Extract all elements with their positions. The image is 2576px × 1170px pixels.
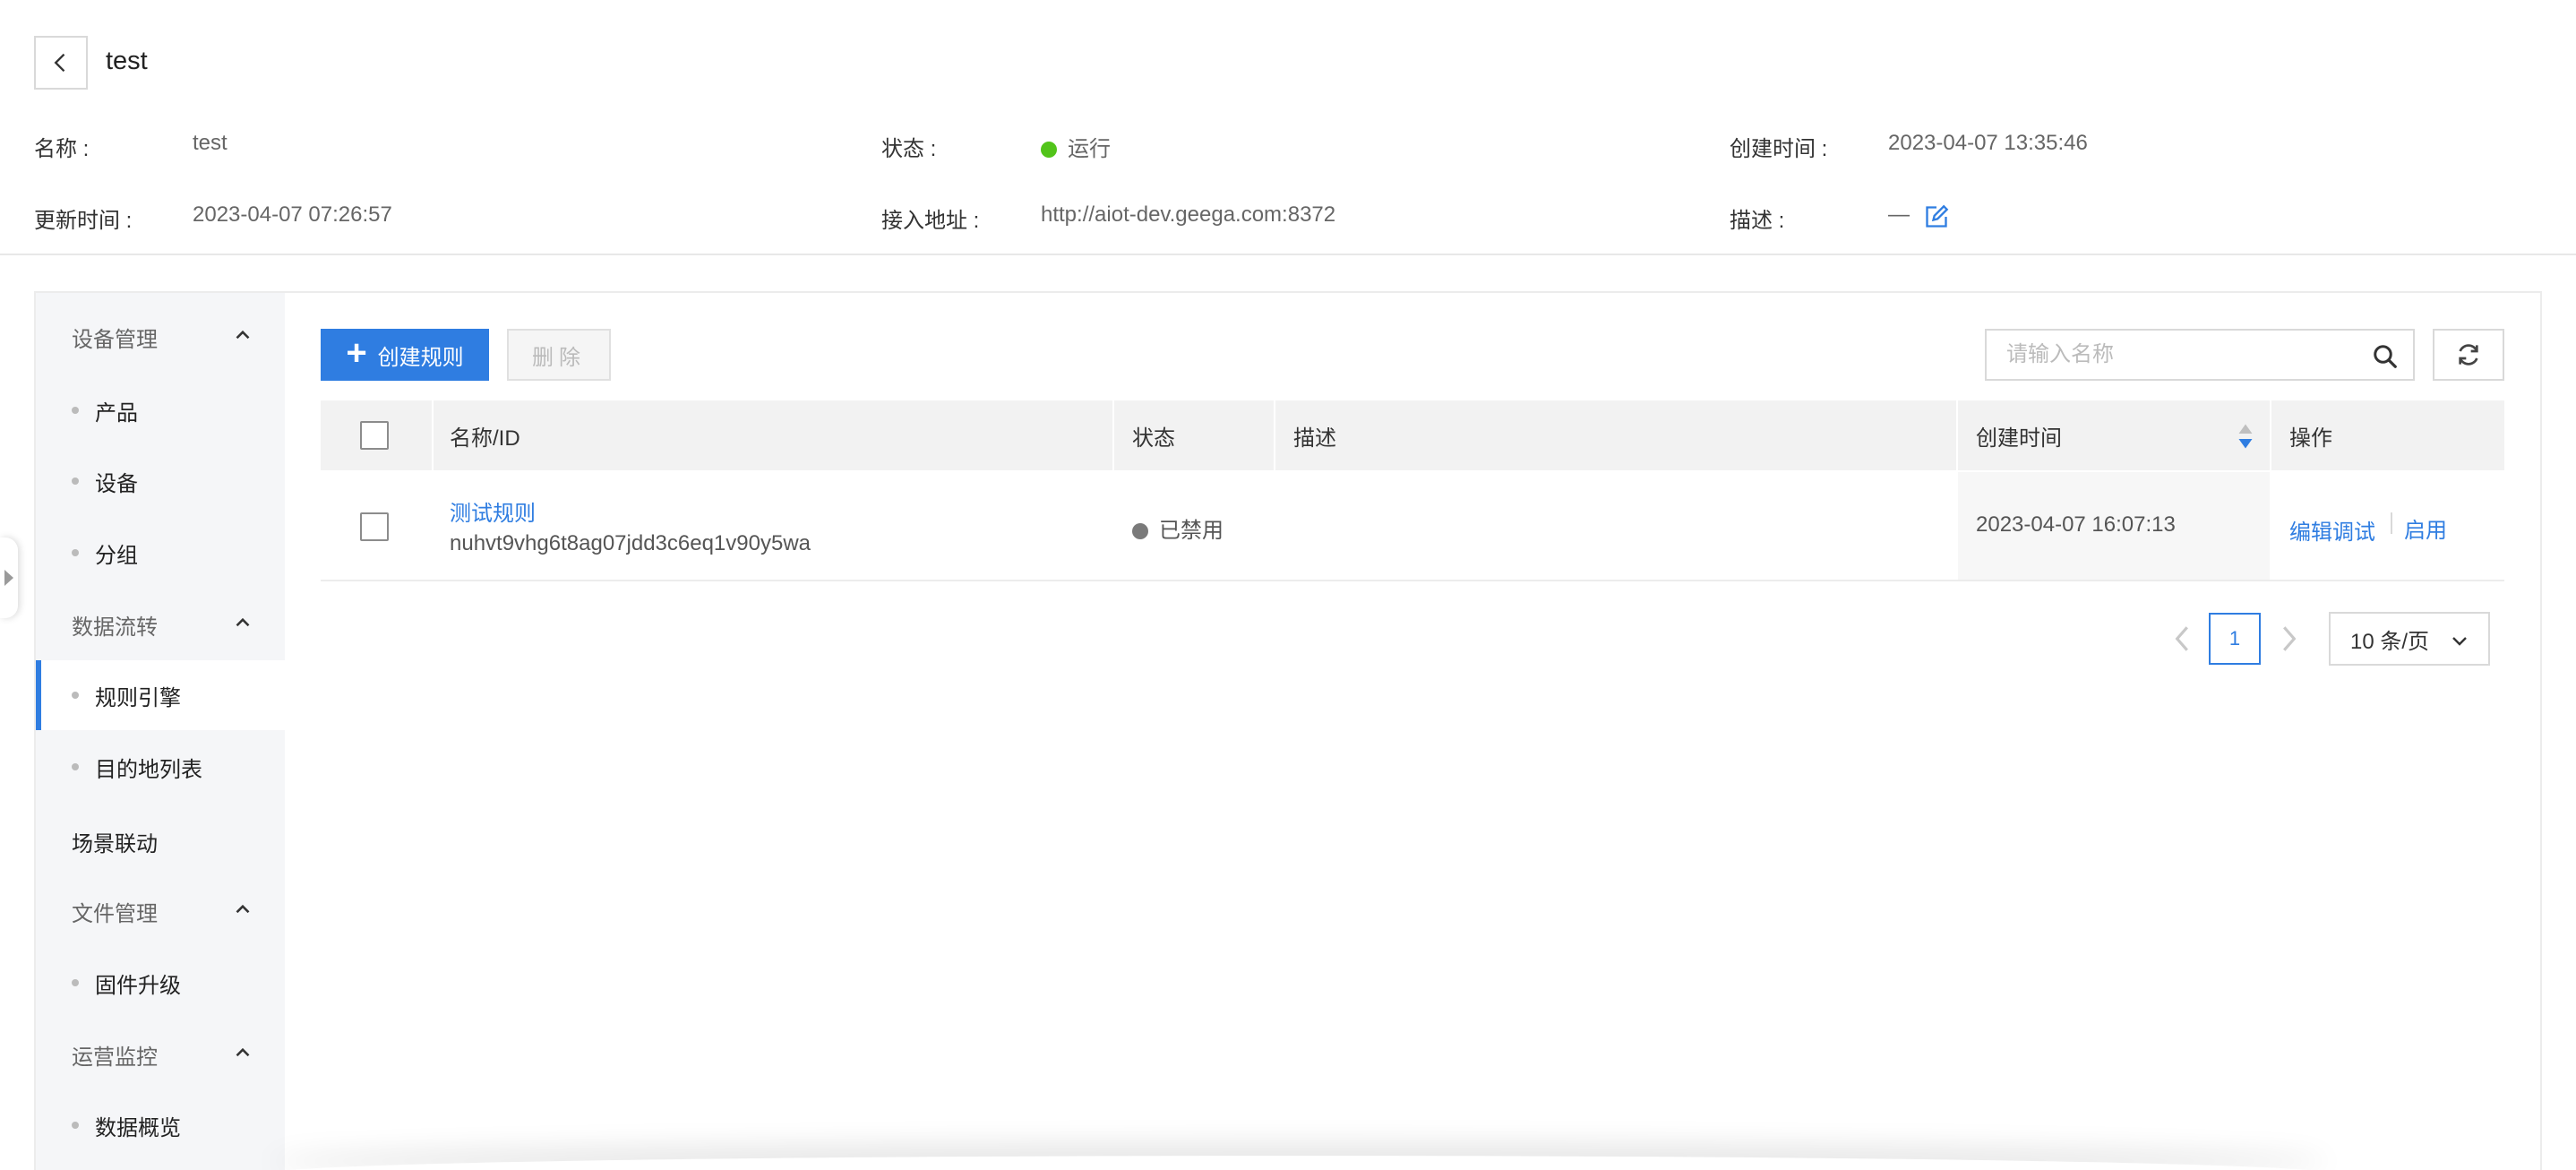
name-value: test bbox=[193, 131, 228, 155]
column-header-status: 状态 bbox=[1132, 426, 1175, 451]
bullet-dot bbox=[72, 763, 79, 770]
bullet-dot bbox=[72, 979, 79, 986]
action-separator bbox=[2391, 512, 2392, 534]
refresh-button[interactable] bbox=[2433, 329, 2504, 381]
description-value: — bbox=[1888, 202, 1910, 227]
column-divider bbox=[1956, 400, 1958, 470]
edit-icon[interactable] bbox=[1924, 204, 1949, 229]
rule-created-time: 2023-04-07 16:07:13 bbox=[1976, 512, 2176, 537]
bullet-dot bbox=[72, 407, 79, 414]
header-divider bbox=[0, 254, 2576, 255]
create-rule-button[interactable]: + 创建规则 bbox=[321, 329, 489, 381]
search-input[interactable] bbox=[1987, 331, 2413, 379]
chevron-left-icon bbox=[54, 53, 65, 73]
caret-right-icon bbox=[4, 570, 13, 586]
name-label: 名称 : bbox=[34, 137, 90, 161]
sidebar-group-device-mgmt[interactable]: 设备管理 bbox=[72, 322, 158, 353]
bullet-dot bbox=[72, 477, 79, 485]
enable-link[interactable]: 启用 bbox=[2404, 512, 2447, 544]
endpoint-value: http://aiot-dev.geega.com:8372 bbox=[1041, 202, 1336, 227]
endpoint-label: 接入地址 : bbox=[881, 209, 980, 233]
rule-status: 已禁用 bbox=[1132, 512, 1224, 544]
chevron-up-icon[interactable] bbox=[231, 898, 254, 921]
created-label: 创建时间 : bbox=[1730, 137, 1828, 161]
sidebar-item-data-overview[interactable]: 数据概览 bbox=[36, 1090, 285, 1160]
chevron-up-icon[interactable] bbox=[231, 323, 254, 347]
page-title: test bbox=[106, 47, 148, 75]
search-icon[interactable] bbox=[2372, 343, 2399, 370]
sidebar-group-ops-monitor[interactable]: 运营监控 bbox=[72, 1039, 158, 1071]
row-checkbox[interactable] bbox=[360, 512, 389, 541]
status-value-wrap: 运行 bbox=[1041, 131, 1111, 162]
status-running-dot bbox=[1041, 142, 1057, 158]
column-header-description: 描述 bbox=[1293, 426, 1336, 451]
sidebar-item-destination-list[interactable]: 目的地列表 bbox=[36, 732, 285, 802]
next-page-icon[interactable] bbox=[2275, 622, 2302, 656]
rule-name-link[interactable]: 测试规则 bbox=[450, 495, 536, 527]
column-divider bbox=[1112, 400, 1114, 470]
table-row: 测试规则 nuhvt9vhg6t8ag07jdd3c6eq1v90y5wa 已禁… bbox=[321, 472, 2504, 581]
page-number-current[interactable]: 1 bbox=[2209, 613, 2261, 665]
sidebar-item-rule-engine[interactable]: 规则引擎 bbox=[36, 660, 285, 730]
search-box bbox=[1985, 329, 2415, 381]
bullet-dot bbox=[72, 549, 79, 556]
chevron-up-icon[interactable] bbox=[231, 1041, 254, 1064]
sidebar-item-scene-linkage[interactable]: 场景联动 bbox=[72, 826, 158, 857]
bullet-dot bbox=[72, 1122, 79, 1129]
created-value: 2023-04-07 13:35:46 bbox=[1888, 131, 2088, 155]
sidebar-group-data-flow[interactable]: 数据流转 bbox=[72, 609, 158, 641]
select-all-checkbox[interactable] bbox=[360, 421, 389, 450]
refresh-icon bbox=[2459, 344, 2478, 366]
delete-button[interactable]: 删除 bbox=[507, 329, 611, 381]
chevron-down-icon bbox=[2452, 637, 2467, 646]
rule-id: nuhvt9vhg6t8ag07jdd3c6eq1v90y5wa bbox=[450, 531, 811, 555]
prev-page-icon[interactable] bbox=[2169, 622, 2196, 656]
sidebar-item-firmware-upgrade[interactable]: 固件升级 bbox=[36, 948, 285, 1018]
chevron-up-icon[interactable] bbox=[231, 611, 254, 634]
sidebar-item-product[interactable]: 产品 bbox=[36, 375, 285, 445]
bullet-dot bbox=[72, 692, 79, 699]
updated-label: 更新时间 : bbox=[34, 209, 133, 233]
column-divider bbox=[2270, 400, 2271, 470]
column-header-created-time[interactable]: 创建时间 bbox=[1976, 400, 2062, 470]
sort-icon[interactable] bbox=[2237, 423, 2254, 450]
column-divider bbox=[1274, 400, 1275, 470]
status-value: 运行 bbox=[1068, 137, 1111, 161]
column-header-name-id: 名称/ID bbox=[450, 426, 520, 451]
edit-debug-link[interactable]: 编辑调试 bbox=[2289, 514, 2375, 546]
plus-icon: + bbox=[346, 333, 367, 373]
back-button[interactable] bbox=[34, 36, 88, 90]
sidebar-group-file-mgmt[interactable]: 文件管理 bbox=[72, 896, 158, 927]
updated-value: 2023-04-07 07:26:57 bbox=[193, 202, 392, 227]
table-header: 名称/ID 状态 描述 创建时间 操作 bbox=[321, 400, 2504, 470]
sidebar-item-group[interactable]: 分组 bbox=[36, 518, 285, 588]
sidebar-collapse-handle[interactable] bbox=[0, 538, 18, 618]
status-disabled-dot bbox=[1132, 523, 1148, 539]
column-divider bbox=[432, 400, 434, 470]
column-header-actions: 操作 bbox=[2289, 426, 2332, 451]
page-size-select[interactable]: 10 条/页 bbox=[2329, 612, 2490, 666]
description-label: 描述 : bbox=[1730, 209, 1785, 233]
status-label: 状态 : bbox=[881, 137, 937, 161]
sidebar-item-device[interactable]: 设备 bbox=[36, 446, 285, 516]
